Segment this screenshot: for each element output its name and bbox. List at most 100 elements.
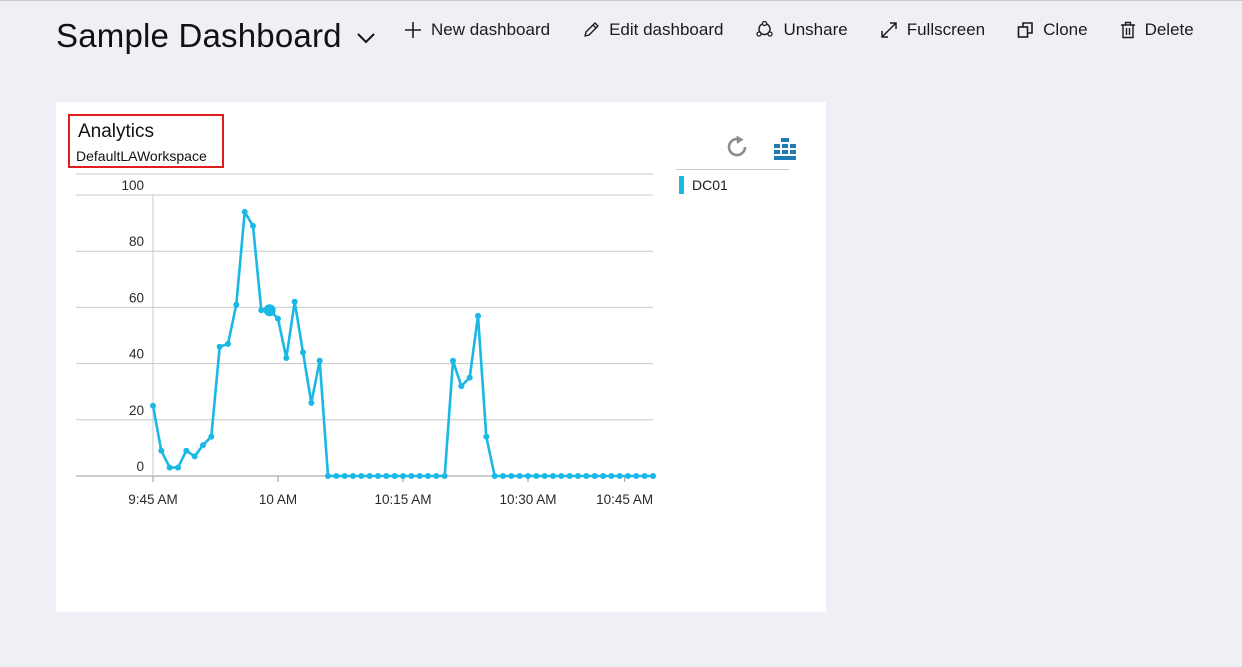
x-axis-ticks: 9:45 AM 10 AM 10:15 AM 10:30 AM 10:45 AM: [128, 476, 653, 507]
data-point: [316, 357, 323, 364]
data-point: [541, 473, 548, 479]
x-tick-label: 9:45 AM: [128, 492, 178, 507]
data-point: [608, 473, 615, 479]
data-point: [616, 473, 623, 479]
y-tick-label: 20: [129, 403, 144, 418]
chevron-down-icon[interactable]: [356, 32, 376, 44]
data-point: [225, 340, 231, 347]
line-chart: 0 20 40 60 80 100 9:45 AM 10 AM 10:15 AM 10:30 A…: [76, 173, 656, 507]
data-point: [350, 473, 356, 479]
data-point: [200, 442, 206, 449]
x-tick-label: 10:45 AM: [596, 492, 653, 507]
dashboard-title: Sample Dashboard: [56, 17, 342, 54]
data-point: [216, 343, 223, 350]
fullscreen-button[interactable]: Fullscreen: [880, 20, 985, 40]
data-point: [383, 473, 390, 479]
new-dashboard-label: New dashboard: [431, 20, 551, 39]
data-point: [275, 315, 281, 322]
data-point: [416, 473, 423, 479]
pencil-icon: [584, 22, 599, 37]
data-point: [258, 307, 265, 314]
data-point: [291, 298, 298, 305]
data-point: [583, 473, 590, 479]
chart-series: [150, 208, 656, 479]
data-point: [491, 473, 498, 479]
y-tick-label: 60: [129, 290, 144, 305]
x-tick-label: 10:15 AM: [374, 492, 431, 507]
data-point: [425, 473, 431, 479]
edit-dashboard-button[interactable]: Edit dashboard: [582, 20, 723, 40]
x-tick-label: 10:30 AM: [499, 492, 556, 507]
y-axis-ticks: 0 20 40 60 80 100: [121, 178, 144, 474]
data-point: [150, 402, 156, 409]
clone-button[interactable]: Clone: [1017, 20, 1088, 40]
data-point: [591, 473, 598, 479]
data-point: [500, 473, 506, 479]
data-point: [625, 473, 631, 479]
data-point: [283, 354, 290, 361]
unshare-label: Unshare: [783, 20, 848, 39]
data-point: [525, 473, 531, 479]
data-point: [550, 473, 556, 479]
data-point: [366, 473, 373, 479]
data-point: [375, 473, 381, 479]
data-point: [475, 312, 481, 319]
x-tick-label: 10 AM: [259, 492, 297, 507]
dashboard-header: Sample Dashboard: [56, 12, 376, 60]
data-point: [308, 399, 315, 406]
top-border: [0, 0, 1242, 1]
data-point: [325, 473, 331, 479]
data-point: [433, 473, 440, 479]
data-point: [263, 304, 276, 317]
data-point: [650, 473, 656, 479]
data-point: [483, 433, 490, 440]
data-point: [208, 433, 215, 440]
data-point: [341, 473, 348, 479]
data-point: [333, 473, 340, 479]
data-point: [466, 374, 473, 381]
trash-icon: [1120, 21, 1135, 39]
data-point: [408, 473, 415, 479]
data-point: [566, 473, 573, 479]
chart-grid: [76, 173, 653, 477]
clone-icon: [1017, 22, 1033, 38]
new-dashboard-button[interactable]: New dashboard: [404, 20, 550, 40]
delete-label: Delete: [1144, 20, 1194, 39]
data-point: [158, 447, 165, 454]
data-point: [183, 447, 190, 454]
data-point: [300, 349, 306, 356]
fullscreen-label: Fullscreen: [906, 20, 986, 39]
fullscreen-icon: [880, 22, 897, 38]
data-point: [250, 222, 256, 229]
y-tick-label: 0: [136, 459, 144, 474]
data-point: [558, 473, 565, 479]
delete-button[interactable]: Delete: [1120, 20, 1194, 40]
data-point: [458, 383, 465, 390]
data-point: [600, 473, 606, 479]
data-point: [175, 464, 181, 471]
data-point: [191, 453, 198, 460]
data-point: [450, 357, 456, 364]
data-point: [641, 473, 648, 479]
data-point: [508, 473, 515, 479]
data-point: [400, 473, 406, 479]
data-point: [358, 473, 365, 479]
plus-icon: [405, 22, 421, 38]
y-tick-label: 40: [129, 347, 144, 362]
data-point: [166, 464, 173, 471]
unshare-button[interactable]: Unshare: [755, 20, 848, 40]
y-tick-label: 100: [121, 178, 144, 193]
data-point: [533, 473, 540, 479]
y-tick-label: 80: [129, 234, 144, 249]
analytics-tile[interactable]: Analytics DefaultLAWorkspace DC01 0 20 40 6…: [56, 102, 826, 612]
data-point: [391, 473, 398, 479]
data-point: [575, 473, 581, 479]
data-point: [233, 301, 240, 308]
data-point: [241, 208, 248, 215]
toolbar: New dashboard Edit dashboard Unshare Ful…: [404, 20, 1226, 40]
clone-label: Clone: [1043, 20, 1088, 39]
edit-dashboard-label: Edit dashboard: [609, 20, 724, 39]
data-point: [441, 473, 448, 479]
unshare-icon: [756, 21, 774, 37]
data-point: [633, 473, 640, 479]
